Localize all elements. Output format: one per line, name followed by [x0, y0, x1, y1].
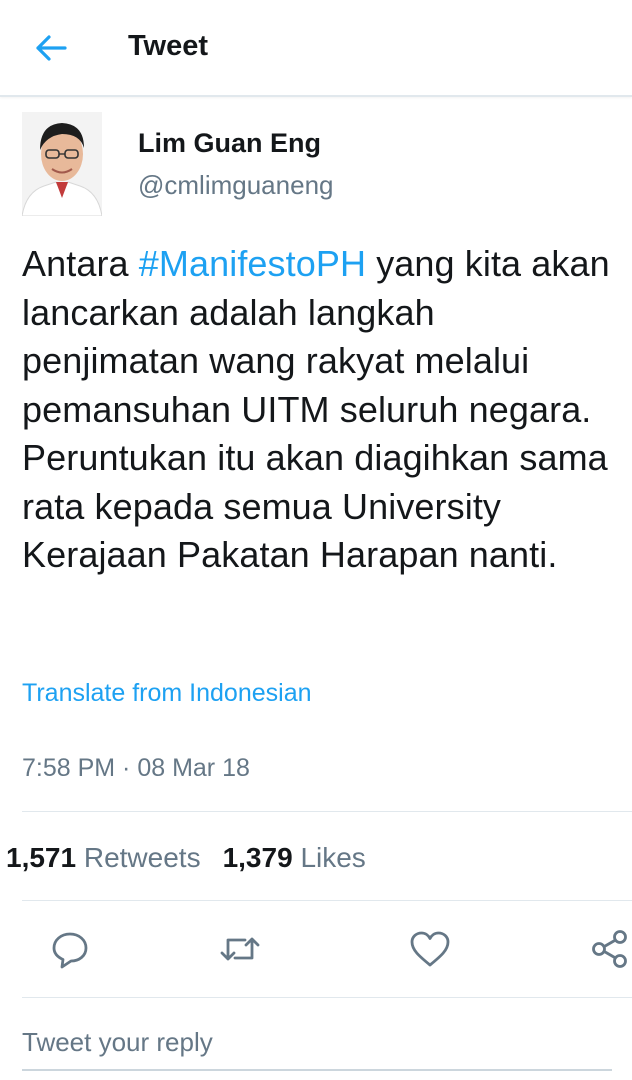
- reply-input[interactable]: [22, 1022, 612, 1062]
- tweet-timestamp: 7:58 PM · 08 Mar 18: [22, 754, 250, 782]
- share-button[interactable]: [586, 926, 632, 972]
- retweet-icon: [220, 937, 260, 961]
- retweet-button[interactable]: [217, 926, 263, 972]
- tweet-stats: 1,571 Retweets 1,379 Likes: [6, 842, 388, 874]
- tweet-text-end: yang kita akan lancarkan adalah langkah …: [22, 243, 610, 575]
- arrow-left-icon: [36, 35, 67, 61]
- retweets-stat[interactable]: 1,571 Retweets: [6, 842, 201, 874]
- page-title: Tweet: [128, 30, 209, 62]
- heart-icon: [410, 931, 450, 967]
- divider: [22, 900, 632, 901]
- divider: [22, 811, 632, 812]
- share-icon: [592, 930, 627, 968]
- tweet-text: Antara #ManifestoPH yang kita akan lanca…: [22, 240, 618, 580]
- like-button[interactable]: [407, 926, 453, 972]
- reply-input-underline: [22, 1069, 612, 1071]
- reply-button[interactable]: [47, 926, 93, 972]
- avatar[interactable]: [22, 112, 102, 216]
- likes-count: 1,379: [222, 842, 293, 873]
- retweets-count: 1,571: [6, 842, 77, 873]
- likes-stat[interactable]: 1,379 Likes: [223, 842, 366, 874]
- divider: [22, 997, 632, 998]
- author-handle[interactable]: @cmlimguaneng: [138, 170, 333, 201]
- retweets-label: Retweets: [83, 842, 201, 873]
- top-bar: Tweet: [0, 0, 632, 97]
- profile-photo: [22, 112, 102, 216]
- hashtag-link[interactable]: #ManifestoPH: [139, 243, 366, 284]
- tweet-text-start: Antara: [22, 243, 139, 284]
- back-button[interactable]: [28, 28, 72, 68]
- author-name[interactable]: Lim Guan Eng: [138, 128, 321, 159]
- reply-icon: [52, 932, 88, 969]
- likes-label: Likes: [300, 842, 366, 873]
- translate-link[interactable]: Translate from Indonesian: [22, 679, 312, 708]
